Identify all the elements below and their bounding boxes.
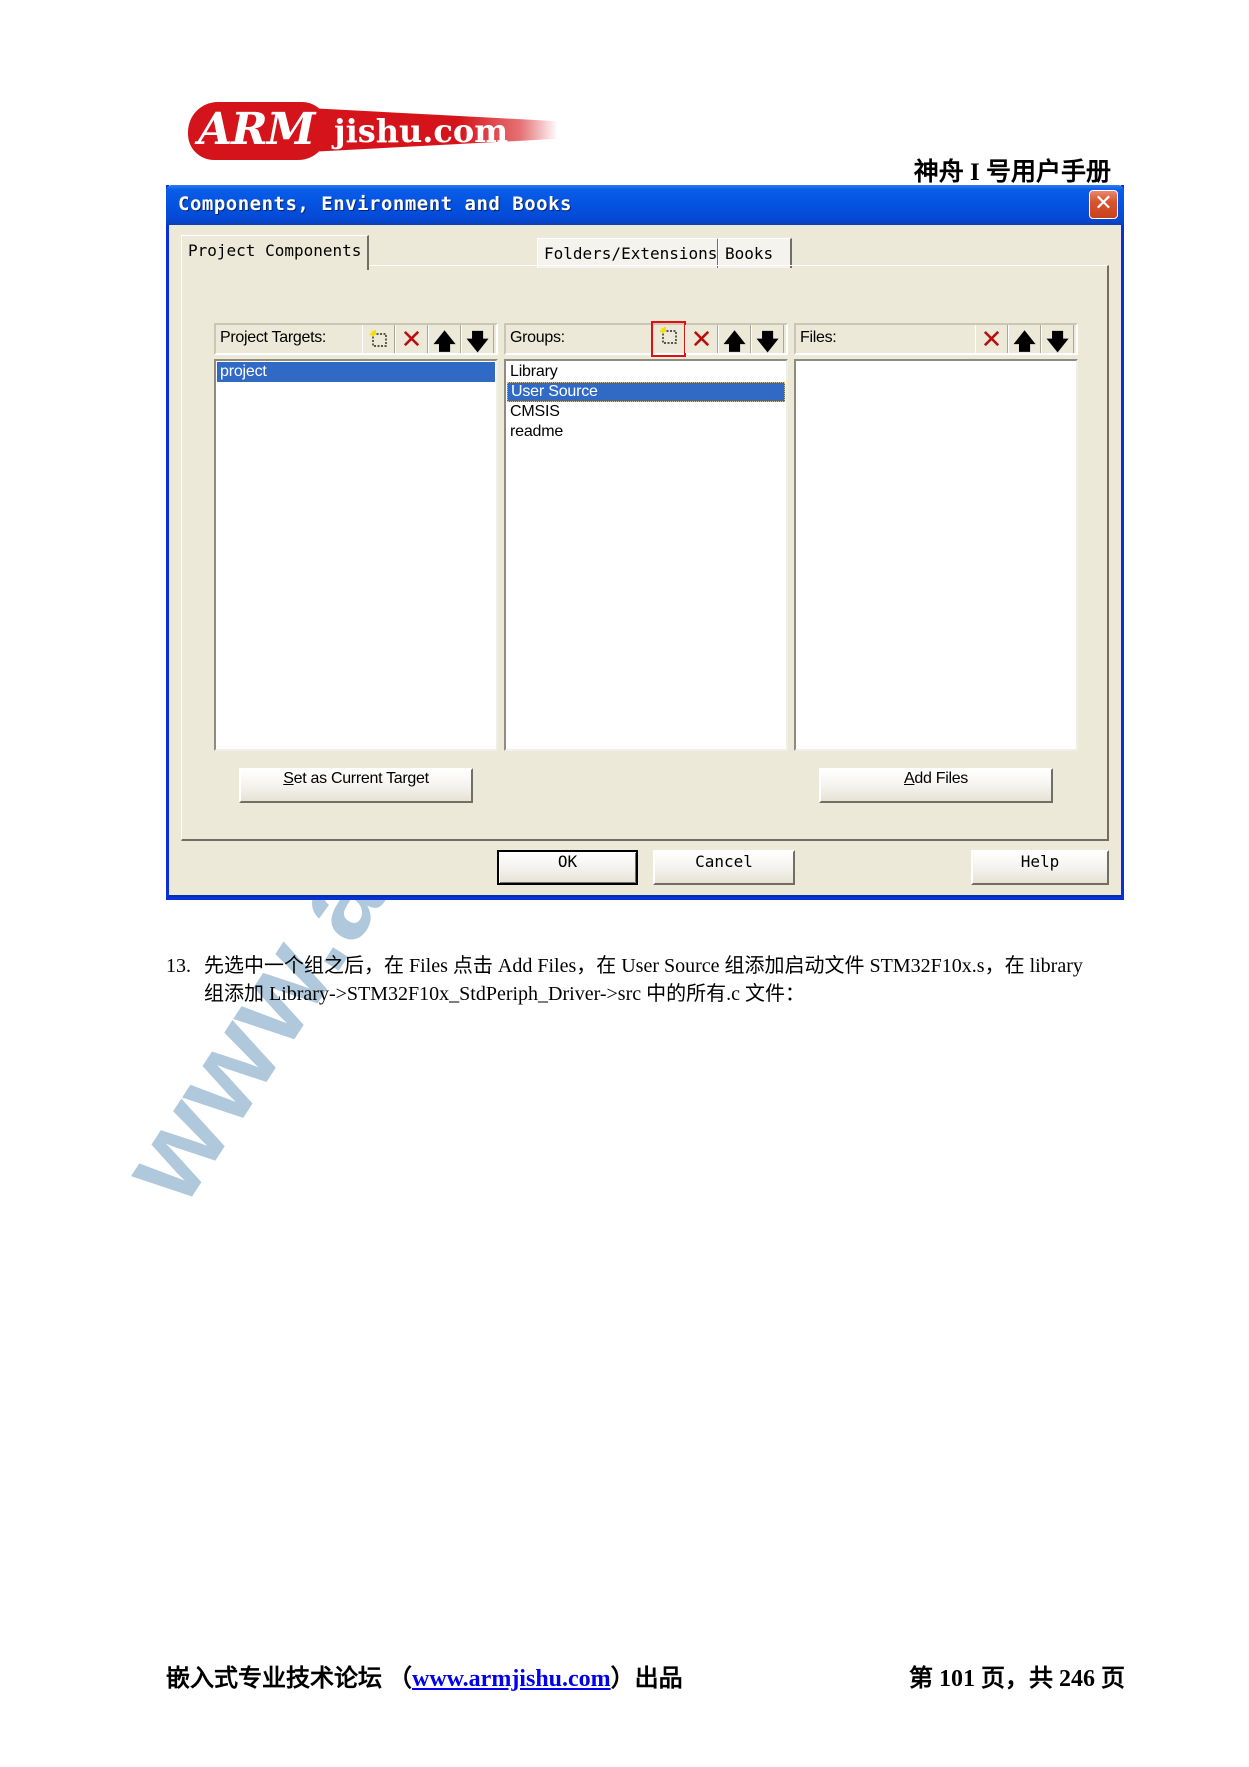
logo-brand: ARM — [198, 104, 315, 155]
ok-button[interactable]: OK — [497, 850, 638, 885]
move-group-up-button[interactable]: 🡅 — [718, 325, 751, 355]
move-down-icon: 🡇 — [466, 330, 489, 355]
footer-publisher: 嵌入式专业技术论坛 （www.armjishu.com）出品 — [166, 1658, 683, 1693]
delete-icon: ✕ — [690, 325, 713, 355]
delete-target-button[interactable]: ✕ — [395, 325, 428, 355]
close-button[interactable]: ✕ — [1089, 190, 1118, 219]
new-icon — [659, 327, 677, 344]
groups-header: Groups: ✕ 🡅 🡇 — [504, 321, 788, 357]
list-item[interactable]: project — [217, 362, 495, 382]
tab-project-components[interactable]: Project Components — [181, 235, 369, 270]
paragraph-line-1: 13. 先选中一个组之后，在 Files 点击 Add Files，在 User … — [166, 952, 1136, 980]
tab-folders-extensions[interactable]: Folders/Extensions — [537, 238, 719, 268]
tab-books[interactable]: Books — [718, 238, 792, 268]
new-target-button[interactable] — [362, 325, 395, 353]
move-up-icon: 🡅 — [1013, 330, 1036, 355]
site-logo: ARM jishu.com — [188, 96, 558, 164]
tab-label: Project Components — [188, 241, 362, 260]
move-down-icon: 🡇 — [1046, 330, 1069, 355]
page-number: 第 101 页，共 246 页 — [909, 1666, 1125, 1692]
dialog-titlebar[interactable]: Components, Environment and Books ✕ — [166, 185, 1124, 225]
button-label: dd Files — [914, 770, 968, 787]
move-group-down-button[interactable]: 🡇 — [751, 325, 784, 355]
move-target-down-button[interactable]: 🡇 — [461, 325, 494, 355]
files-list[interactable] — [794, 359, 1078, 751]
move-up-icon: 🡅 — [433, 330, 456, 355]
move-file-up-button[interactable]: 🡅 — [1008, 325, 1041, 355]
list-item[interactable]: User Source — [507, 382, 785, 402]
footer-link[interactable]: www.armjishu.com — [412, 1666, 611, 1692]
delete-icon: ✕ — [980, 325, 1003, 355]
dialog-title: Components, Environment and Books — [178, 193, 572, 215]
move-down-icon: 🡇 — [756, 330, 779, 355]
targets-list[interactable]: project — [214, 359, 498, 751]
files-label: Files: — [800, 329, 837, 346]
tab-label: Folders/Extensions — [544, 244, 718, 263]
new-group-button[interactable] — [651, 321, 686, 357]
move-file-down-button[interactable]: 🡇 — [1041, 325, 1074, 355]
targets-label: Project Targets: — [220, 329, 327, 346]
step-number: 13. — [166, 955, 191, 977]
tab-panel-project-components: Project Targets: ✕ 🡅 🡇 project Groups: ✕… — [181, 265, 1109, 841]
step-paragraph: 13. 先选中一个组之后，在 Files 点击 Add Files，在 User … — [166, 952, 1136, 1008]
groups-label: Groups: — [510, 329, 565, 346]
footer-suffix: ）出品 — [610, 1666, 683, 1692]
new-icon — [369, 330, 387, 347]
button-label: et as Current Target — [293, 770, 429, 787]
files-header: Files: ✕ 🡅 🡇 — [794, 323, 1078, 355]
move-target-up-button[interactable]: 🡅 — [428, 325, 461, 355]
manual-title: 神舟 I 号用户手册 — [913, 159, 1111, 186]
list-item[interactable]: CMSIS — [507, 402, 785, 422]
set-current-target-button[interactable]: Set as Current Target — [239, 768, 473, 803]
delete-group-button[interactable]: ✕ — [685, 325, 718, 355]
help-button[interactable]: Help — [971, 850, 1109, 885]
paragraph-line-2: 组添加 Library->STM32F10x_StdPeriph_Driver-… — [204, 983, 805, 1005]
components-dialog: Components, Environment and Books ✕ Fold… — [166, 185, 1124, 900]
cancel-button[interactable]: Cancel — [653, 850, 795, 885]
logo-site: jishu.com — [334, 112, 509, 150]
close-icon: ✕ — [1094, 191, 1113, 216]
delete-file-button[interactable]: ✕ — [975, 325, 1008, 355]
targets-header: Project Targets: ✕ 🡅 🡇 — [214, 323, 498, 355]
mnemonic: A — [904, 770, 915, 787]
groups-list[interactable]: Library User Source CMSIS readme — [504, 359, 788, 751]
list-item[interactable]: Library — [507, 362, 785, 382]
footer-prefix: 嵌入式专业技术论坛 （ — [166, 1666, 412, 1692]
line-text: 先选中一个组之后，在 Files 点击 Add Files，在 User Sou… — [204, 955, 1083, 977]
add-files-button[interactable]: Add Files — [819, 768, 1053, 803]
tab-label: Books — [725, 244, 774, 263]
list-item[interactable]: readme — [507, 422, 785, 442]
delete-icon: ✕ — [400, 325, 423, 355]
move-up-icon: 🡅 — [723, 330, 746, 355]
mnemonic: S — [283, 770, 294, 787]
